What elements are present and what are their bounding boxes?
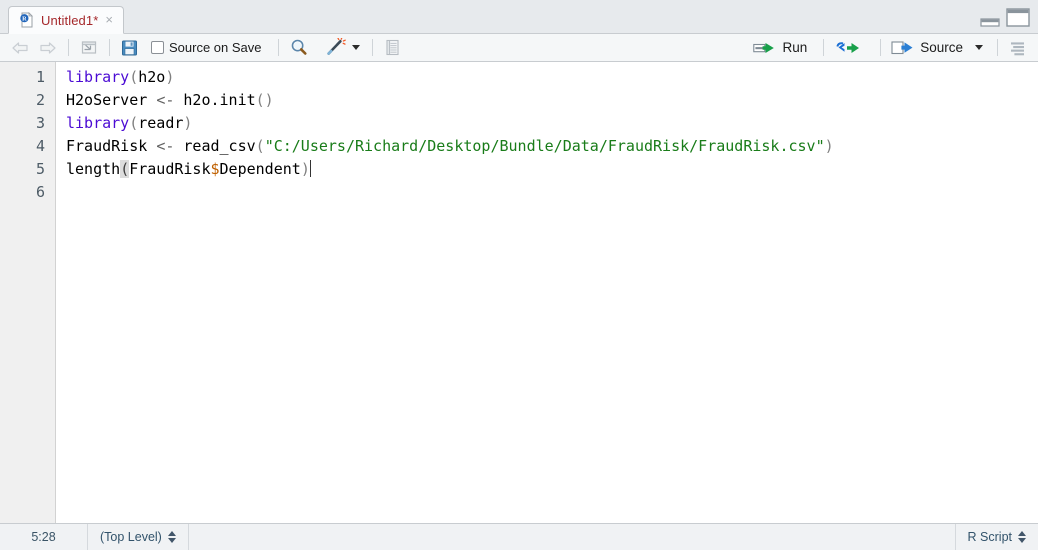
code-text-area[interactable]: library(h2o) H2oServer <- h2o.init() libra… bbox=[56, 62, 1038, 523]
code-token: ( bbox=[129, 114, 139, 132]
cursor-position: 5:28 bbox=[0, 524, 88, 550]
code-token: FraudRisk bbox=[129, 160, 211, 178]
source-on-save-checkbox[interactable]: Source on Save bbox=[143, 37, 266, 59]
close-icon[interactable]: × bbox=[104, 13, 114, 28]
code-line[interactable]: library(h2o) bbox=[66, 66, 1038, 89]
rstudio-source-pane: R Untitled1* × Source on Save Run Source… bbox=[0, 0, 1038, 550]
line-number: 5 bbox=[35, 160, 45, 178]
toolbar-divider bbox=[109, 39, 110, 56]
code-scope-label: (Top Level) bbox=[100, 530, 162, 544]
code-token: $ bbox=[210, 160, 220, 178]
code-token: read_csv bbox=[174, 137, 256, 155]
toolbar-divider bbox=[880, 39, 882, 56]
toolbar-divider bbox=[371, 39, 373, 56]
document-outline-button[interactable] bbox=[1004, 37, 1032, 59]
line-number: 1 bbox=[35, 68, 45, 86]
code-token: h2o.init bbox=[174, 91, 256, 109]
code-line[interactable]: library(readr) bbox=[66, 112, 1038, 135]
forward-button[interactable] bbox=[34, 37, 62, 59]
run-label: Run bbox=[782, 40, 808, 55]
code-line[interactable]: H2oServer <- h2o.init() bbox=[66, 89, 1038, 112]
source-on-save-label: Source on Save bbox=[169, 40, 262, 55]
chevron-down-icon[interactable] bbox=[975, 45, 983, 50]
line-number-gutter: 1 2 3 4 5 6 bbox=[0, 62, 56, 523]
code-token: length bbox=[66, 160, 121, 178]
source-button[interactable]: Source bbox=[887, 37, 987, 59]
code-token: readr bbox=[138, 114, 184, 132]
chevron-down-icon[interactable] bbox=[351, 45, 360, 50]
code-token: ) bbox=[824, 137, 834, 155]
code-token: <- bbox=[156, 137, 175, 155]
tab-bar: R Untitled1* × bbox=[0, 0, 1038, 34]
code-token: library bbox=[66, 68, 130, 86]
code-token: Dependent bbox=[219, 160, 301, 178]
code-token: library bbox=[66, 114, 130, 132]
source-label: Source bbox=[920, 40, 963, 55]
code-line[interactable]: FraudRisk <- read_csv("C:/Users/Richard/… bbox=[66, 135, 1038, 158]
code-token: "C:/Users/Richard/Desktop/Bundle/Data/Fr… bbox=[264, 137, 825, 155]
up-down-arrows-icon bbox=[167, 531, 176, 543]
status-bar: 5:28 (Top Level) R Script bbox=[0, 524, 1038, 550]
toolbar-divider bbox=[997, 39, 998, 56]
checkbox-box[interactable] bbox=[151, 41, 164, 54]
code-line[interactable] bbox=[66, 181, 1038, 204]
code-tools-button[interactable] bbox=[321, 37, 364, 59]
code-line[interactable]: length(FraudRisk$Dependent) bbox=[66, 158, 1038, 181]
compile-report-button[interactable] bbox=[379, 37, 405, 59]
popout-window-button[interactable] bbox=[75, 37, 103, 59]
tab-label: Untitled1* bbox=[41, 12, 99, 28]
text-cursor bbox=[309, 160, 311, 177]
maximize-icon[interactable] bbox=[1006, 7, 1030, 27]
code-token: ) bbox=[300, 160, 310, 178]
code-scope-selector[interactable]: (Top Level) bbox=[88, 524, 189, 550]
svg-text:R: R bbox=[22, 15, 27, 22]
code-token: H2oServer bbox=[66, 91, 157, 109]
code-token: h2o bbox=[138, 68, 166, 86]
file-type-label: R Script bbox=[967, 530, 1012, 544]
tab-untitled1[interactable]: R Untitled1* × bbox=[8, 6, 124, 34]
editor-toolbar: Source on Save Run Source bbox=[0, 34, 1038, 62]
line-number: 3 bbox=[35, 114, 45, 132]
back-button[interactable] bbox=[6, 37, 34, 59]
run-button[interactable]: Run bbox=[749, 37, 811, 59]
code-token: FraudRisk bbox=[66, 137, 157, 155]
code-token: ( bbox=[120, 160, 130, 178]
code-token: ( bbox=[129, 68, 139, 86]
line-number: 2 bbox=[35, 91, 45, 109]
toolbar-divider bbox=[277, 39, 279, 56]
code-token: ) bbox=[165, 68, 175, 86]
code-editor[interactable]: 1 2 3 4 5 6 library(h2o) H2oServer <- h2o… bbox=[0, 62, 1038, 524]
toolbar-divider bbox=[823, 39, 825, 56]
code-token: ) bbox=[183, 114, 193, 132]
code-token: () bbox=[255, 91, 274, 109]
r-script-file-icon: R bbox=[19, 12, 35, 28]
line-number: 4 bbox=[35, 137, 45, 155]
save-button[interactable] bbox=[116, 37, 143, 59]
rerun-button[interactable] bbox=[830, 37, 868, 59]
line-number: 6 bbox=[35, 183, 45, 201]
toolbar-divider bbox=[68, 39, 69, 56]
file-type-selector[interactable]: R Script bbox=[954, 524, 1038, 550]
window-controls bbox=[980, 7, 1030, 27]
minimize-icon[interactable] bbox=[980, 15, 1000, 27]
code-token: ( bbox=[255, 137, 265, 155]
find-replace-button[interactable] bbox=[285, 37, 313, 59]
code-token: <- bbox=[156, 91, 175, 109]
up-down-arrows-icon bbox=[1018, 531, 1026, 543]
